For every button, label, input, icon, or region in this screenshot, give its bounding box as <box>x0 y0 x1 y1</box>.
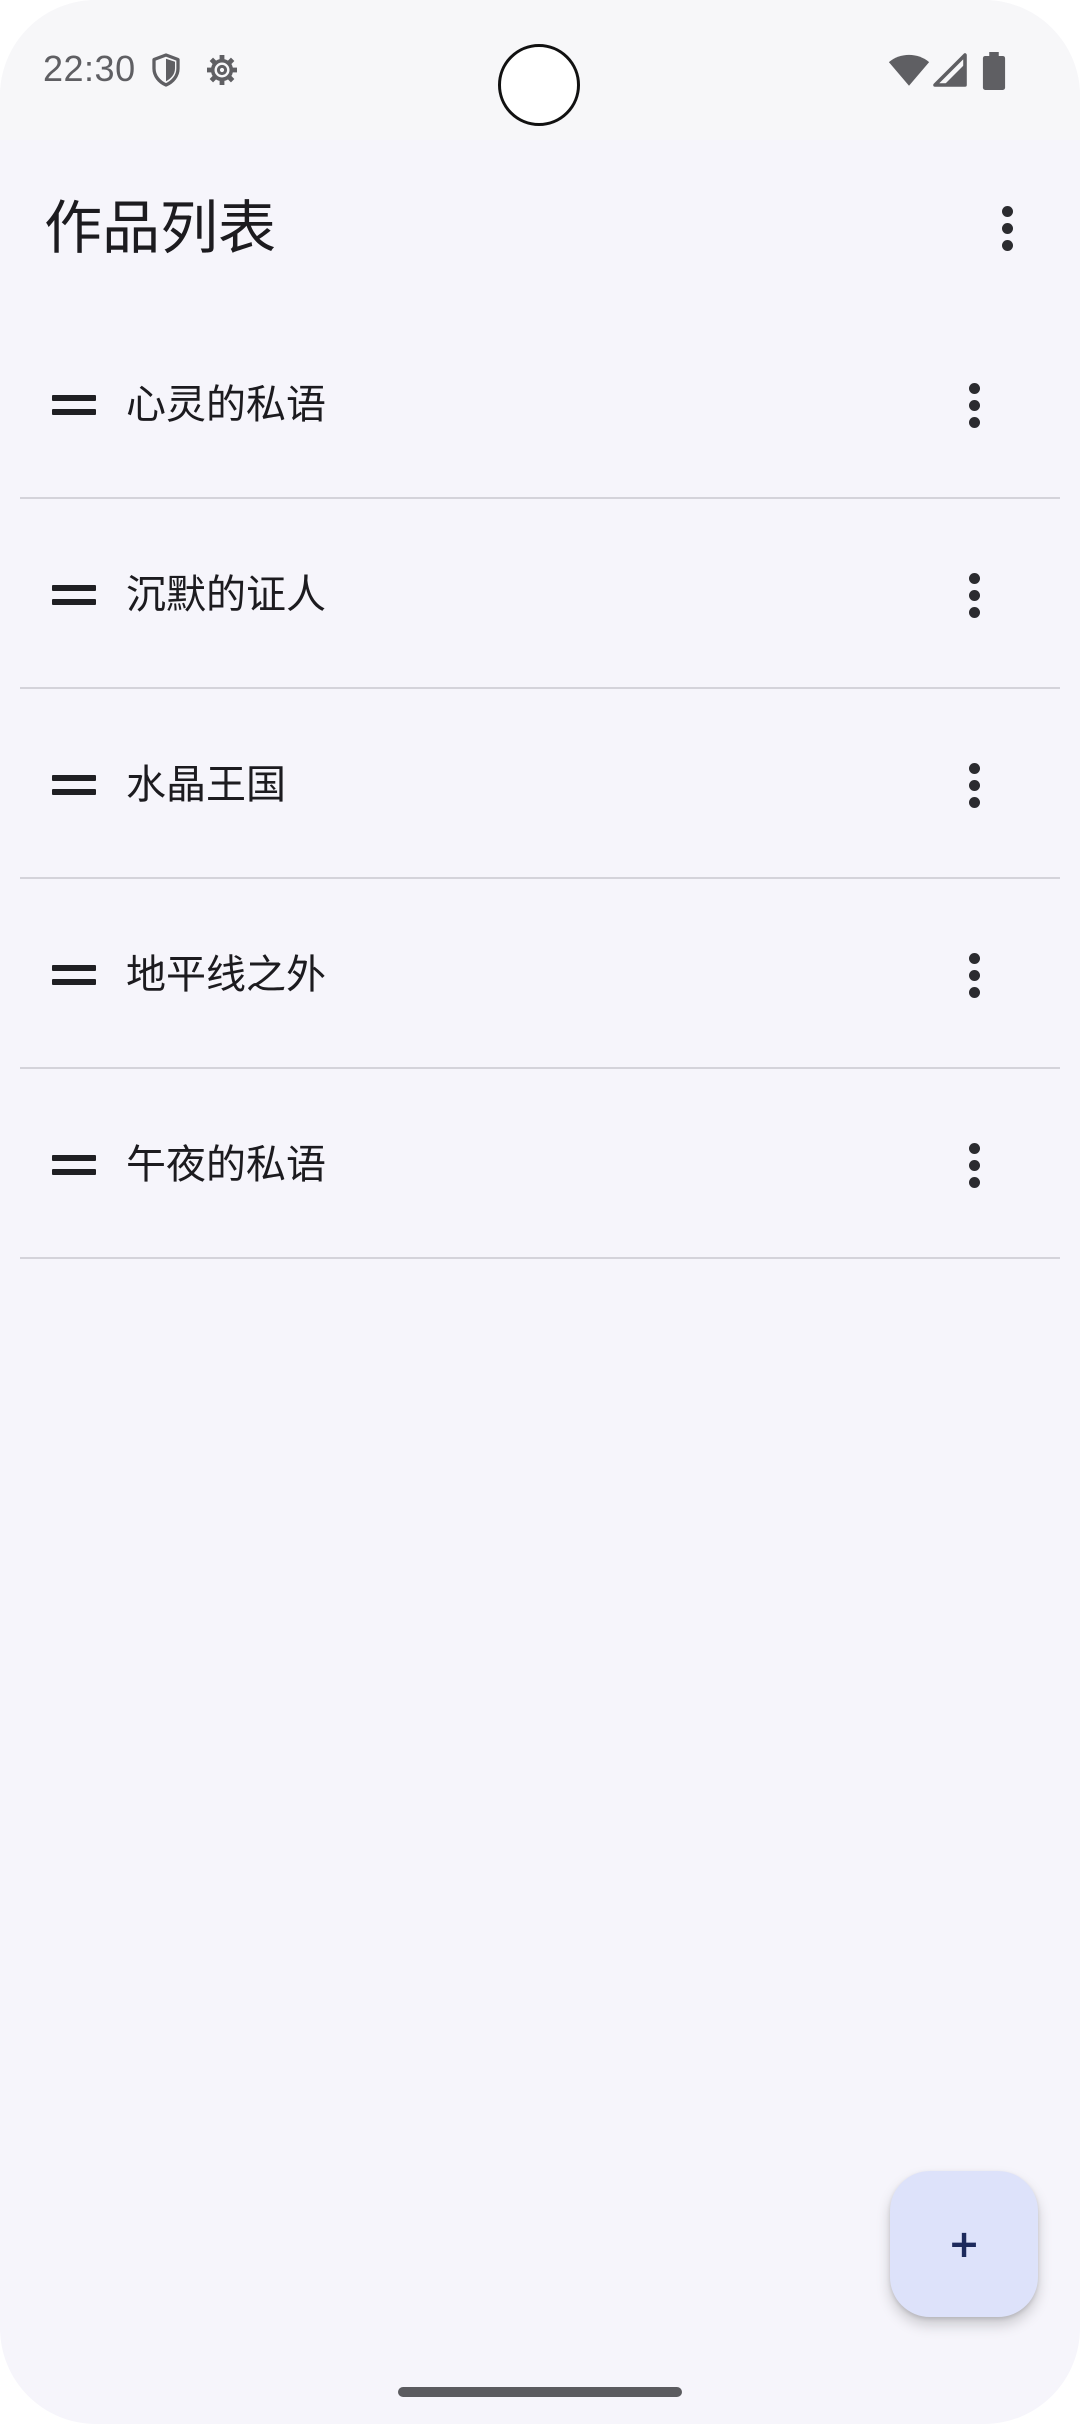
work-title: 午夜的私语 <box>126 1142 326 1188</box>
work-title: 地平线之外 <box>126 952 326 998</box>
status-time: 22:30 <box>43 48 136 89</box>
battery-icon <box>982 52 1006 90</box>
list-item[interactable]: 午夜的私语 <box>20 1069 1060 1259</box>
screen: 22:30 作品列表 心灵的私语 沉默的证人 水晶王国 地平线之外 午夜的私语 … <box>0 0 1080 2424</box>
more-vert-icon <box>969 1143 980 1154</box>
drag-handle-icon[interactable] <box>52 585 96 607</box>
work-title: 水晶王国 <box>126 762 286 808</box>
front-camera <box>498 44 580 126</box>
overflow-menu-button[interactable] <box>987 198 1027 258</box>
more-vert-icon <box>969 383 980 394</box>
more-vert-icon <box>969 953 980 964</box>
drag-handle-icon[interactable] <box>52 965 96 987</box>
drag-handle-icon[interactable] <box>52 1155 96 1177</box>
work-title: 沉默的证人 <box>126 572 326 618</box>
page-title: 作品列表 <box>44 194 277 262</box>
gesture-nav-bar[interactable] <box>398 2387 682 2397</box>
more-vert-icon <box>1002 206 1013 217</box>
gear-icon <box>207 55 237 85</box>
drag-handle-icon[interactable] <box>52 775 96 797</box>
list-item[interactable]: 沉默的证人 <box>20 499 1060 689</box>
drag-handle-icon[interactable] <box>52 395 96 417</box>
item-menu-button[interactable] <box>954 375 994 435</box>
add-work-button[interactable]: + <box>890 2171 1038 2317</box>
item-menu-button[interactable] <box>954 945 994 1005</box>
more-vert-icon <box>969 573 980 584</box>
more-vert-icon <box>969 763 980 774</box>
signal-icon <box>933 53 967 87</box>
list-item[interactable]: 水晶王国 <box>20 689 1060 879</box>
shield-icon <box>152 53 180 87</box>
item-menu-button[interactable] <box>954 755 994 815</box>
status-bar: 22:30 <box>0 0 1080 140</box>
wifi-icon <box>888 54 930 86</box>
list-item[interactable]: 地平线之外 <box>20 879 1060 1069</box>
list-item[interactable]: 心灵的私语 <box>20 309 1060 499</box>
works-list: 心灵的私语 沉默的证人 水晶王国 地平线之外 午夜的私语 <box>20 309 1060 1259</box>
work-title: 心灵的私语 <box>126 382 326 428</box>
item-menu-button[interactable] <box>954 1135 994 1195</box>
item-menu-button[interactable] <box>954 565 994 625</box>
